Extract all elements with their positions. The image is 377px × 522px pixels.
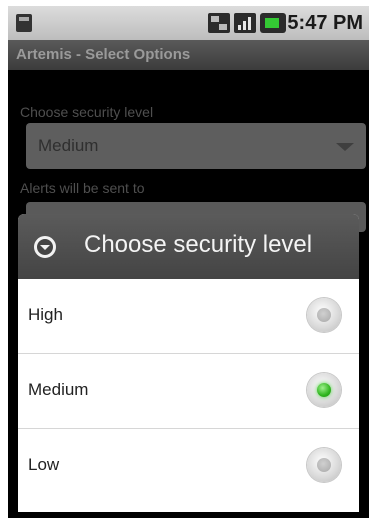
option-low[interactable]: Low: [18, 429, 359, 504]
radio-button[interactable]: [307, 448, 341, 482]
app-title: Artemis - Select Options: [8, 40, 369, 70]
alerts-label: Alerts will be sent to: [20, 180, 145, 196]
option-label: High: [28, 305, 63, 324]
chevron-down-circle-icon: [34, 236, 56, 258]
choose-security-dialog: Choose security level High Medium Low: [18, 214, 359, 512]
battery-icon: [260, 13, 286, 33]
radio-button-checked[interactable]: [307, 373, 341, 407]
security-level-value: Medium: [38, 136, 99, 155]
option-medium[interactable]: Medium: [18, 354, 359, 429]
option-label: Medium: [28, 380, 89, 399]
option-label: Low: [28, 455, 60, 474]
sim-icon: [16, 14, 32, 32]
dialog-header: Choose security level: [18, 214, 359, 279]
dropdown-arrow-icon: [336, 143, 354, 151]
security-level-label: Choose security level: [20, 104, 154, 120]
status-time: 5:47 PM: [287, 12, 363, 34]
dialog-title: Choose security level: [84, 231, 313, 258]
data-icon: [208, 13, 230, 33]
option-high[interactable]: High: [18, 279, 359, 354]
radio-button[interactable]: [307, 298, 341, 332]
signal-icon: [234, 13, 256, 33]
status-bar: 5:47 PM: [8, 6, 369, 40]
security-level-select[interactable]: Medium: [26, 123, 366, 169]
